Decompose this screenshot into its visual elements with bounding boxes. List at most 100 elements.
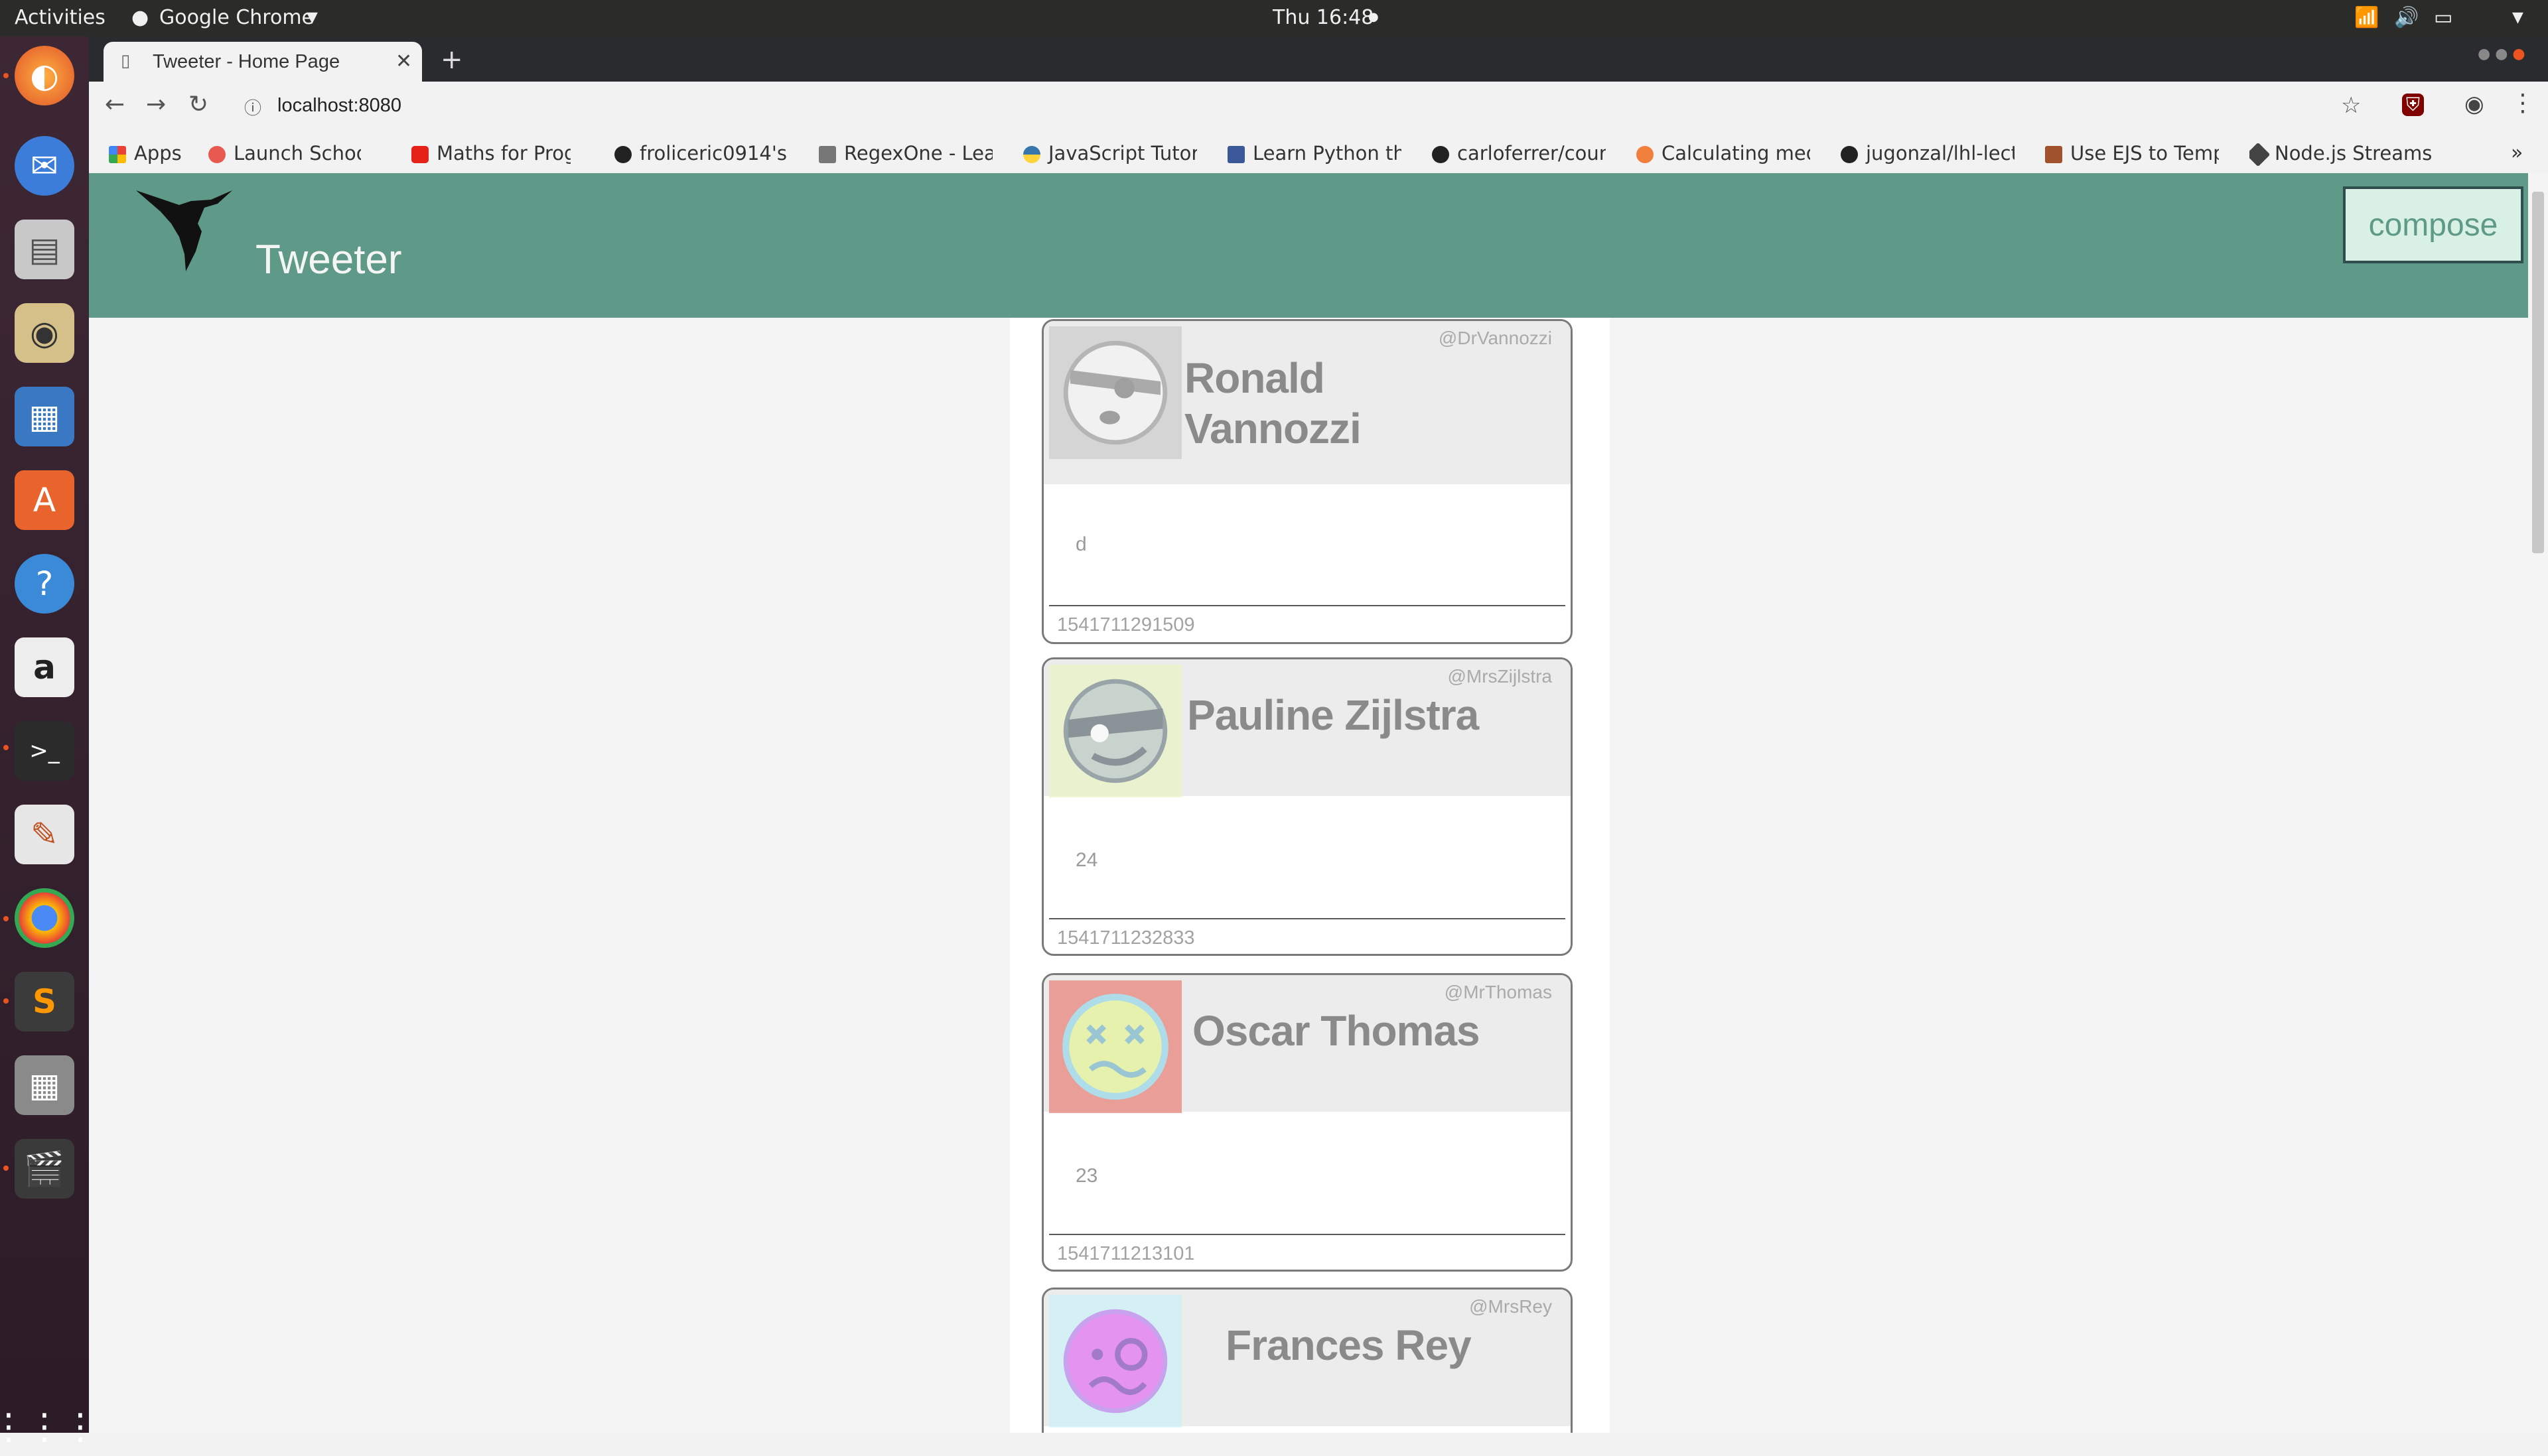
site-title: Tweeter [255,237,402,283]
notification-dot-icon: ● [1368,10,1379,24]
tweet-timestamp: 1541711232833 [1057,927,1195,949]
clock[interactable]: Thu 16:48 [1273,6,1374,29]
tweet-card: Frances Rey @MrsRey [1042,1288,1573,1433]
regexone-icon [819,146,836,163]
terminal-icon[interactable]: >_ [15,721,74,781]
bookmark-javascript-tutor[interactable]: JavaScript Tutor [1023,133,1197,173]
tweet-timestamp: 1541711213101 [1057,1243,1195,1264]
forward-button[interactable]: → [146,91,166,118]
new-tab-button[interactable]: + [441,44,463,75]
firefox-icon[interactable]: ◐ [15,46,74,105]
hummingbird-logo [136,190,232,271]
github-icon [1432,146,1449,163]
avatar-face-icon [1063,679,1168,783]
bookmark-learn-python[interactable]: Learn Python th [1228,133,1401,173]
address-bar[interactable]: localhost:8080 [277,95,401,117]
tweet-divider [1049,1234,1565,1235]
bookmark-apps[interactable]: Apps [109,133,182,173]
bookmark-calculating-median[interactable]: Calculating medi [1636,133,1810,173]
tweet-card: Pauline Zijlstra @MrsZijlstra 24 1541711… [1042,657,1573,956]
bookmark-star-icon[interactable]: ☆ [2341,92,2361,119]
launch-school-icon [208,146,226,163]
apps-grid-icon [109,146,126,163]
node-streams-icon [2249,142,2271,167]
thunderbird-icon[interactable]: ✉ [15,136,74,196]
chevron-down-icon: ▼ [307,9,318,26]
amazon-icon[interactable]: a [15,637,74,697]
tweet-handle: @MrsRey [1469,1296,1552,1317]
avatar [1049,1295,1182,1427]
sublime-text-icon[interactable]: S [15,972,74,1031]
bookmark-node-streams[interactable]: Node.js Streams [2249,133,2448,173]
battery-icon[interactable]: ▭ [2434,6,2452,29]
libreoffice-writer-icon[interactable]: ▦ [15,387,74,446]
learn-python-icon [1228,146,1245,163]
avatar-face-icon [1063,340,1168,445]
tweet-content: 24 [1076,849,1098,871]
tab-tweeter[interactable]: ▯ Tweeter - Home Page ✕ [104,42,422,82]
files-icon[interactable]: ▤ [15,220,74,279]
bookmarks-overflow-button[interactable]: » [2511,133,2523,173]
bookmark-jugonzal[interactable]: jugonzal/lhl-lect [1841,133,2015,173]
tweet-content: d [1076,533,1087,555]
bookmark-carloferrer[interactable]: carloferrer/coun [1432,133,1606,173]
avatar-face-icon [1062,994,1168,1100]
text-editor-icon[interactable]: ✎ [15,805,74,864]
avatar [1049,326,1182,459]
page-icon: ▯ [121,51,131,71]
bookmark-regexone[interactable]: RegexOne - Lear [819,133,993,173]
close-tab-icon[interactable]: ✕ [395,50,412,73]
github-icon [1841,146,1858,163]
system-menu-chevron-icon[interactable]: ▼ [2512,9,2523,26]
info-icon[interactable]: ⓘ [244,95,261,119]
bookmark-use-ejs[interactable]: Use EJS to Temp [2045,133,2219,173]
bookmark-maths[interactable]: Maths for Progra [411,133,571,173]
bookmark-launch-school[interactable]: Launch School - A [208,133,361,173]
tweet-handle: @DrVannozzi [1438,328,1552,348]
scrollbar-thumb[interactable] [2532,192,2544,553]
ejs-icon [2045,146,2062,163]
back-button[interactable]: ← [105,91,125,118]
window-controls[interactable]: ● ● ● [2478,46,2525,62]
tweet-content: 23 [1076,1165,1098,1187]
chrome-icon[interactable] [15,888,74,948]
tweet-feed: Ronald Vannozzi @DrVannozzi d 1541711291… [1010,318,1610,1433]
python-icon [1023,146,1040,163]
ubuntu-dock: ◐ ✉ ▤ ◉ ▦ A ? a >_ ✎ S ▦ 🎬 ⋮⋮⋮ [0,36,98,1447]
bookmark-froliceric[interactable]: froliceric0914's c [614,133,788,173]
system-top-bar: Activities ● Google Chrome ▼ Thu 16:48 ●… [0,0,2548,36]
bookmarks-bar: Apps Launch School - A Maths for Progra … [89,133,2548,174]
profile-icon[interactable]: ◉ [2464,91,2484,117]
avatar [1049,980,1182,1113]
tweet-author-name: Frances Rey [1226,1321,1472,1369]
avatar-face-icon [1063,1309,1168,1414]
site-header: Tweeter compose [89,173,2528,318]
reload-button[interactable]: ↻ [188,91,208,118]
github-icon [614,146,632,163]
page-viewport: Tweeter compose Ronald Vannozzi @DrVanno… [89,173,2528,1433]
chrome-menu-icon[interactable]: ⋮ [2511,90,2535,117]
calculating-icon [1636,146,1654,163]
app-menu[interactable]: Google Chrome [159,6,314,29]
rhythmbox-icon[interactable]: ◉ [15,303,74,363]
chrome-app-icon: ● [131,6,149,29]
show-apps-icon[interactable]: ⋮⋮⋮ [0,1396,98,1456]
calculator-icon[interactable]: ▦ [15,1055,74,1115]
tweet-author-name: Pauline Zijlstra [1187,691,1479,739]
help-icon[interactable]: ? [15,554,74,614]
software-center-icon[interactable]: A [15,470,74,530]
video-editor-icon[interactable]: 🎬 [15,1139,74,1199]
activities-button[interactable]: Activities [15,6,106,29]
ublock-icon[interactable]: ⛨ [2402,94,2425,116]
volume-icon[interactable]: 🔊 [2394,6,2419,29]
compose-button[interactable]: compose [2343,186,2523,263]
page-scrollbar[interactable] [2528,173,2548,1433]
tweet-handle: @MrThomas [1444,982,1552,1002]
tweet-handle: @MrsZijlstra [1447,666,1552,687]
tweet-author-name: Oscar Thomas [1192,1007,1480,1055]
tweet-timestamp: 1541711291509 [1057,614,1195,635]
tweet-author-name: Ronald Vannozzi [1184,354,1362,452]
youtube-icon [411,146,429,163]
tweet-divider [1049,918,1565,919]
wifi-icon[interactable]: 📶 [2354,6,2379,29]
